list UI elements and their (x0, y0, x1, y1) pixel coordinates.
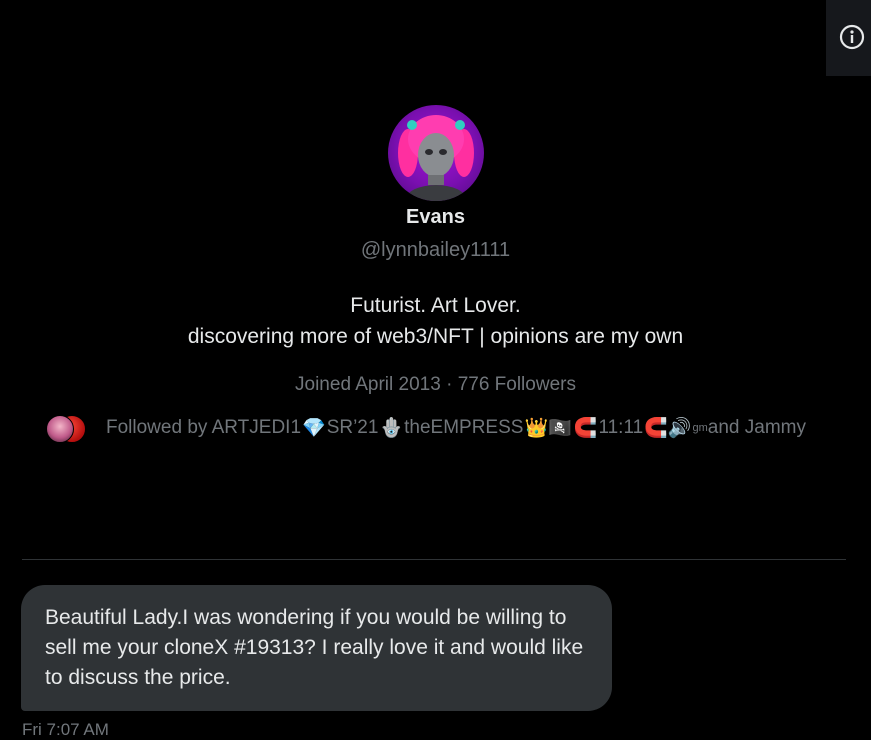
bio-line-1: Futurist. Art Lover. (350, 294, 521, 317)
followed-by[interactable]: Followed by ARTJEDI1 💎 SR’21 🪬 theEMPRES… (46, 413, 806, 443)
hamsa-emoji: 🪬 (379, 418, 404, 439)
magnet-emoji: 🧲 (573, 418, 598, 439)
crown-pirate-emoji: 👑🏴‍☠️ (524, 418, 572, 439)
message-timestamp: Fri 7:07 AM (22, 720, 109, 739)
follower-avatars (46, 414, 88, 443)
meta-separator: · (446, 374, 453, 395)
joined-date: Joined April 2013 (295, 374, 441, 395)
message-text: Beautiful Lady.I was wondering if you wo… (45, 606, 584, 689)
follower-name: SR’21 (326, 417, 379, 438)
info-button[interactable] (838, 23, 866, 51)
profile-header: Evans @lynnbailey1111 Futurist. Art Love… (0, 105, 871, 397)
follower-name: theEMPRESS (404, 417, 524, 438)
user-handle[interactable]: @lynnbailey1111 (0, 238, 871, 262)
followed-by-prefix: Followed by ARTJEDI1 (106, 417, 302, 438)
message-bubble[interactable]: Beautiful Lady.I was wondering if you wo… (21, 585, 612, 711)
profile-avatar[interactable] (387, 105, 484, 201)
profile-meta: Joined April 2013 · 776 Followers (0, 373, 871, 397)
diamond-emoji: 💎 (302, 418, 326, 439)
follower-name: 11:11 (598, 417, 644, 438)
followed-by-suffix: and Jammy (707, 417, 806, 438)
divider (22, 559, 846, 560)
followers-count[interactable]: 776 Followers (458, 374, 576, 395)
magnet-speaker-emoji: 🧲🔊 (644, 418, 692, 439)
display-name[interactable]: Evans (0, 205, 871, 229)
bio: Futurist. Art Lover. discovering more of… (0, 290, 871, 352)
gm-superscript: gm (692, 422, 708, 434)
info-icon (839, 24, 865, 50)
bio-line-2: discovering more of web3/NFT | opinions … (187, 325, 684, 348)
follower-avatar (46, 415, 74, 443)
